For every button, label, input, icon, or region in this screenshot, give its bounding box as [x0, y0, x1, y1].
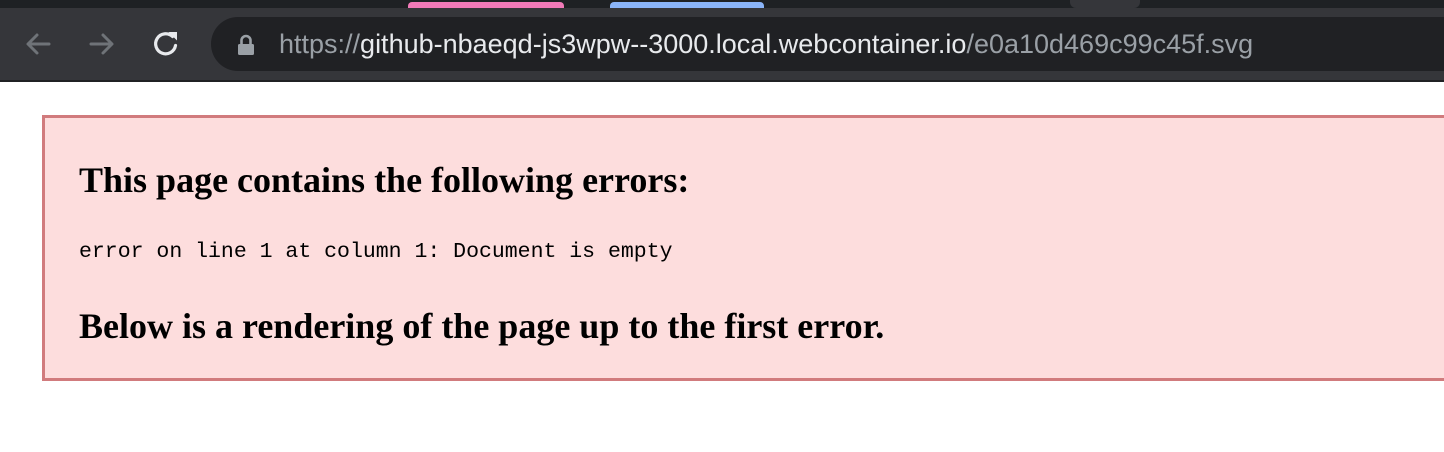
url-path: /e0a10d469c99c45f.svg — [966, 29, 1254, 59]
tab-strip — [0, 0, 1444, 10]
reload-icon — [154, 32, 178, 56]
parser-error-box: This page contains the following errors:… — [42, 115, 1444, 381]
error-footer: Below is a rendering of the page up to t… — [79, 306, 885, 346]
reload-button[interactable] — [146, 24, 186, 64]
lock-icon[interactable] — [237, 34, 255, 56]
browser-toolbar: https://github-nbaeqd-js3wpw--3000.local… — [0, 8, 1444, 80]
url-scheme: https:// — [279, 29, 361, 59]
address-bar[interactable]: https://github-nbaeqd-js3wpw--3000.local… — [211, 17, 1444, 71]
arrow-right-icon — [89, 33, 114, 55]
active-tab-edge[interactable] — [1070, 0, 1140, 8]
error-message: error on line 1 at column 1: Document is… — [79, 240, 673, 264]
browser-window: https://github-nbaeqd-js3wpw--3000.local… — [0, 0, 1444, 452]
url-text[interactable]: https://github-nbaeqd-js3wpw--3000.local… — [279, 17, 1253, 71]
error-heading: This page contains the following errors: — [79, 160, 690, 200]
url-host: github-nbaeqd-js3wpw--3000.local.webcont… — [360, 29, 967, 59]
back-button[interactable] — [18, 24, 58, 64]
arrow-left-icon — [26, 33, 51, 55]
page-content: This page contains the following errors:… — [0, 82, 1444, 452]
forward-button[interactable] — [82, 24, 122, 64]
